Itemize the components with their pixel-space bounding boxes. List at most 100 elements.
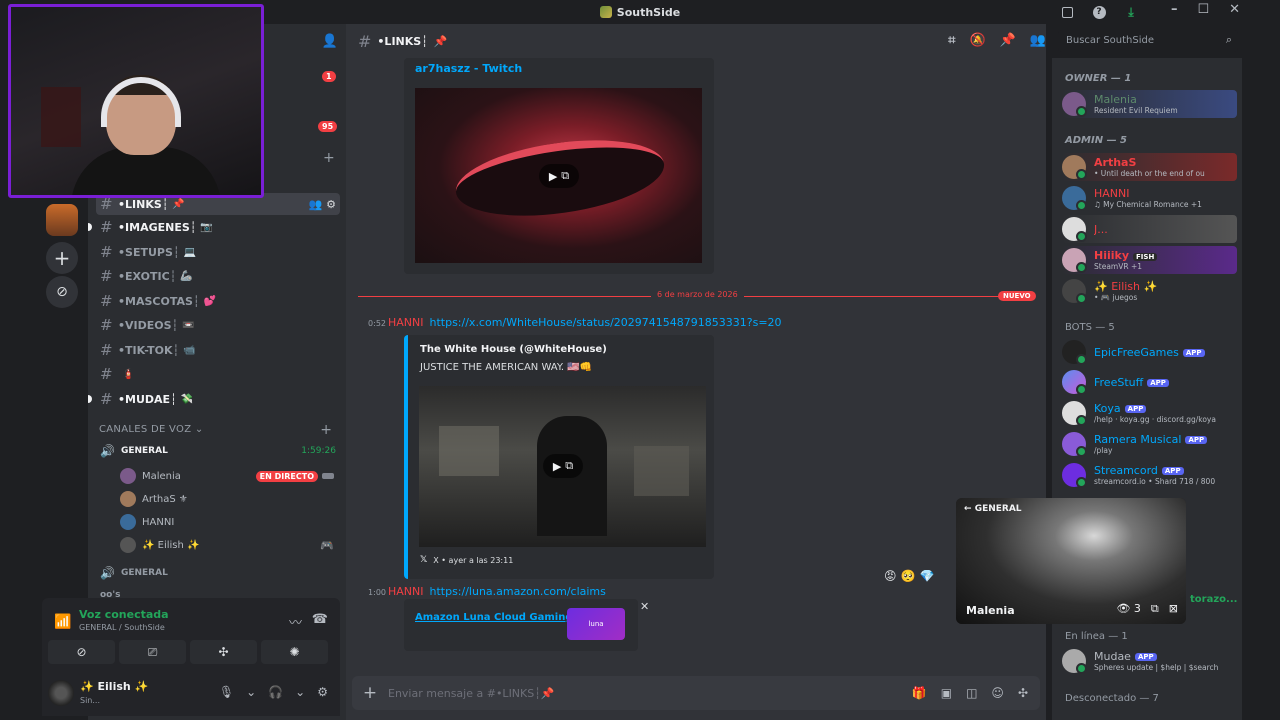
add-member-icon[interactable]: 👤 <box>322 34 338 49</box>
channel-emoji: 📼 <box>182 319 195 331</box>
download-icon[interactable]: ⤓ <box>1122 3 1140 21</box>
message-link[interactable]: https://x.com/WhiteHouse/status/20297415… <box>430 316 782 329</box>
headphones-icon[interactable]: 🎧 <box>268 685 283 699</box>
avatar <box>1062 279 1087 304</box>
gif-icon[interactable]: ▣ <box>941 686 952 700</box>
member-item[interactable]: J... <box>1062 215 1237 243</box>
member-item[interactable]: Koya APP/help · koya.gg · discord.gg/koya <box>1062 399 1237 427</box>
channel-settings-icon[interactable]: 👥 ⚙ <box>309 198 336 211</box>
channel-mascotas[interactable]: # •MASCOTAS┆ 💕 <box>96 290 340 312</box>
member-item[interactable]: HANNI ♫ My Chemical Romance +1 <box>1062 184 1237 212</box>
channel-tiktok[interactable]: # •TIK-TOK┆ 📹 <box>96 339 340 361</box>
inbox-icon[interactable] <box>1058 3 1076 21</box>
channel-misc[interactable]: # 🧯 <box>96 363 340 385</box>
add-voice-channel-icon[interactable]: + <box>320 422 332 438</box>
voice-user[interactable]: ✨ Eilish ✨ 🎮 <box>120 537 334 553</box>
member-status: SteamVR +1 <box>1094 262 1142 271</box>
x-logo-icon: 𝕏 <box>420 555 428 565</box>
help-icon[interactable]: ? <box>1090 3 1108 21</box>
luna-embed-title[interactable]: Amazon Luna Cloud Gaming <box>415 612 573 623</box>
member-item[interactable]: ArthaS • Until death or the end of ou <box>1062 153 1237 181</box>
maximize-icon[interactable]: ☐ <box>1197 2 1209 17</box>
voice-connected-title[interactable]: Voz conectada <box>79 608 169 621</box>
add-attachment-icon[interactable]: + <box>352 683 388 703</box>
popout-open-icon[interactable]: ⧉ <box>1151 602 1159 616</box>
popout-back[interactable]: ← GENERAL <box>964 504 1022 514</box>
stream-popout[interactable]: ← GENERAL Malenia 👁 3 ⧉ ⊠ <box>956 498 1186 624</box>
angry-emoji-icon[interactable]: 😡 <box>884 569 897 583</box>
close-icon[interactable]: ✕ <box>1229 2 1240 17</box>
voice-channel-general-2[interactable]: 🔊 GENERAL <box>100 566 168 580</box>
settings-icon[interactable]: ⚙ <box>317 685 328 699</box>
discover-icon[interactable]: ⊘ <box>46 276 78 308</box>
member-name: Hiiiky <box>1094 249 1130 262</box>
webcam-overlay <box>8 4 264 198</box>
noise-suppression-icon[interactable]: 〰 <box>289 612 302 631</box>
soundboard-button[interactable]: ✺ <box>261 640 328 664</box>
member-item[interactable]: ✨ Eilish ✨ • 🎮 juegos <box>1062 277 1237 305</box>
member-item[interactable]: Malenia Resident Evil Requiem <box>1062 90 1237 118</box>
chevron-down-icon[interactable]: ⌄ <box>246 685 256 699</box>
close-icon[interactable]: ✕ <box>640 600 649 613</box>
members-icon[interactable]: 👥 <box>1030 33 1046 48</box>
emoji-icon[interactable]: ☺ <box>991 686 1004 700</box>
avatar <box>120 468 136 484</box>
server-icon-selected[interactable] <box>46 204 78 236</box>
x-video-thumbnail[interactable]: ▶ ⧉ <box>419 386 706 547</box>
sad-emoji-icon[interactable]: 🥺 <box>901 569 916 583</box>
channel-videos[interactable]: # •VIDEOS┆ 📼 <box>96 314 340 336</box>
play-button[interactable]: ▶ ⧉ <box>543 454 583 478</box>
voice-user[interactable]: ArthaS ⚜ <box>120 491 334 507</box>
hash-icon: # <box>100 267 113 285</box>
luna-thumbnail[interactable]: luna <box>567 608 625 640</box>
channel-setups[interactable]: # •SETUPS┆ 💻 <box>96 241 340 263</box>
screen-share-button[interactable]: ⎚ <box>119 640 186 664</box>
gift-icon[interactable]: 🎁 <box>912 686 927 700</box>
message-input[interactable]: Enviar mensaje a #•LINKS┆📌 <box>388 687 912 700</box>
x-embed-author[interactable]: The White House (@WhiteHouse) <box>420 344 607 355</box>
hash-icon: # <box>100 390 113 408</box>
search-input[interactable]: Buscar SouthSide ⌕ <box>1058 30 1238 52</box>
popout-close-icon[interactable]: ⊠ <box>1169 602 1178 616</box>
message-link[interactable]: https://luna.amazon.com/claims <box>430 585 606 598</box>
channel-imagenes[interactable]: # •IMAGENES┆ 📷 <box>88 216 340 238</box>
x-embed-text: JUSTICE THE AMERICAN WAY. 🇺🇸👊 <box>420 362 593 373</box>
member-item[interactable]: Hiiiky FISH SteamVR +1 <box>1062 246 1237 274</box>
threads-icon[interactable]: ⌗ <box>948 33 955 48</box>
add-channel-icon[interactable]: + <box>323 150 335 166</box>
sticker-icon[interactable]: ◫ <box>966 686 977 700</box>
channel-mudae[interactable]: # •MUDAE┆ 💸 <box>88 388 340 410</box>
minimize-icon[interactable]: – <box>1171 2 1178 17</box>
chevron-down-icon[interactable]: ⌄ <box>295 685 305 699</box>
member-item[interactable]: Ramera Musical APP/play <box>1062 430 1237 458</box>
channel-exotic[interactable]: # •EXOTIC┆ 🦾 <box>96 265 340 287</box>
activities-button[interactable]: ✣ <box>190 640 257 664</box>
camera-button[interactable]: ⊘ <box>48 640 115 664</box>
microphone-icon[interactable]: 🎙 <box>219 685 234 699</box>
chat-area: # •LINKS┆ 📌 ⌗ 🔕 📌 👥 ar7haszz - Twitch ▶ ⧉… <box>346 24 1046 720</box>
disconnect-icon[interactable]: ☎ <box>312 612 328 627</box>
message-author[interactable]: HANNI <box>388 585 424 598</box>
notifications-icon[interactable]: 🔕 <box>969 33 985 48</box>
avatar[interactable] <box>48 680 74 706</box>
apps-icon[interactable]: ✣ <box>1018 686 1028 700</box>
member-item[interactable]: EpicFreeGames APP <box>1062 338 1237 366</box>
add-server-icon[interactable]: + <box>46 242 78 274</box>
voice-channel-general[interactable]: 🔊 GENERAL 1:59:26 <box>100 444 336 458</box>
member-item[interactable]: Streamcord APP streamcord.io • Shard 718 /… <box>1062 461 1237 489</box>
voice-user[interactable]: HANNI <box>120 514 334 530</box>
gem-emoji-icon[interactable]: 💎 <box>919 569 934 583</box>
avatar <box>1062 401 1087 426</box>
user-name[interactable]: ✨ Eilish ✨ <box>80 680 148 693</box>
voice-category[interactable]: CANALES DE VOZ ⌄ <box>99 424 204 435</box>
pinned-icon[interactable]: 📌 <box>1000 33 1016 48</box>
message-author[interactable]: HANNI <box>388 316 424 329</box>
twitch-embed-title[interactable]: ar7haszz - Twitch <box>415 62 522 75</box>
signal-icon[interactable]: 📶 <box>54 614 71 630</box>
twitch-thumbnail[interactable]: ▶ ⧉ <box>415 88 702 263</box>
play-button[interactable]: ▶ ⧉ <box>539 164 579 188</box>
member-status: • Until death or the end of ou <box>1094 169 1205 178</box>
voice-user[interactable]: Malenia EN DIRECTO <box>120 468 334 484</box>
member-item[interactable]: Mudae APP Spheres update | $help | $search <box>1062 647 1237 675</box>
member-item[interactable]: FreeStuff APP <box>1062 368 1237 396</box>
